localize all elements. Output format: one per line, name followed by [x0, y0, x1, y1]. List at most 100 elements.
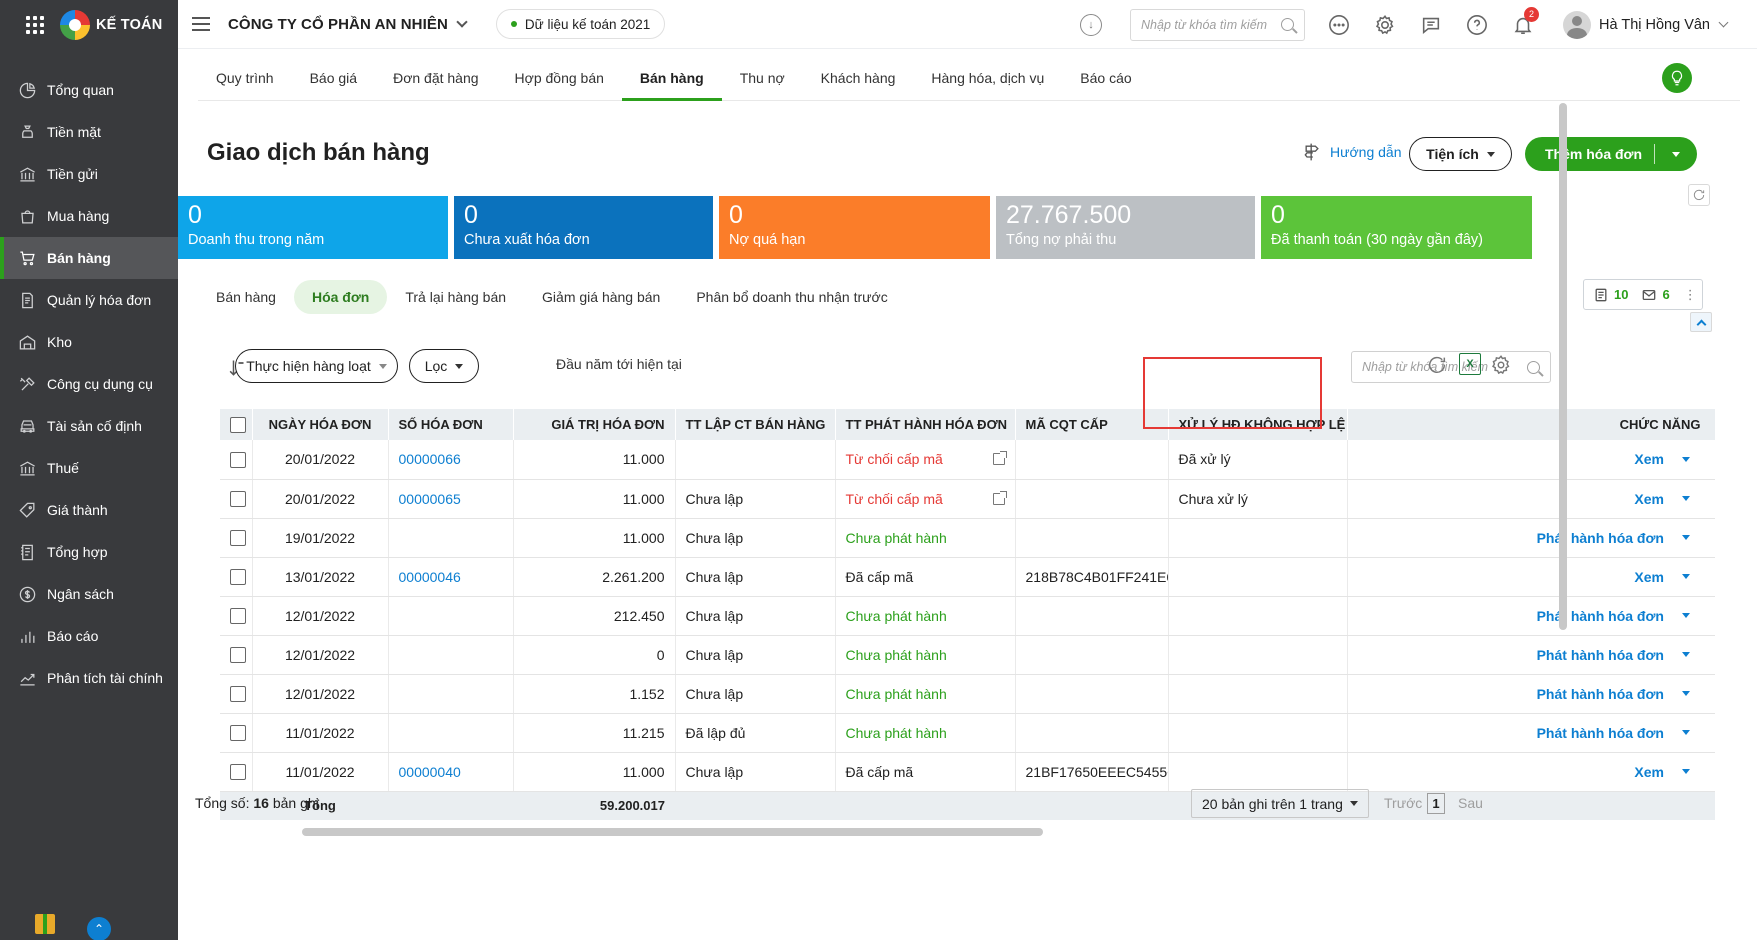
row-select-cell[interactable] — [220, 479, 253, 519]
period-label[interactable]: Đầu năm tới hiện tại — [556, 356, 682, 372]
sidebar-item-4[interactable]: Mua hàng — [0, 195, 178, 237]
row-select-cell[interactable] — [220, 518, 253, 558]
caret-down-icon[interactable] — [1682, 769, 1690, 774]
row-action-link[interactable]: Phát hành hóa đơn — [1537, 725, 1664, 741]
more-vertical-icon[interactable]: ⋮ — [1684, 287, 1697, 303]
gear-icon[interactable] — [1373, 13, 1397, 37]
page-number[interactable]: 1 — [1427, 793, 1445, 814]
row-select-cell[interactable] — [220, 752, 253, 792]
sidebar-item-15[interactable]: Phân tích tài chính — [0, 657, 178, 699]
global-search-input[interactable]: Nhập từ khóa tìm kiếm — [1130, 8, 1306, 41]
tab-sub-2[interactable]: Hóa đơn — [293, 280, 388, 314]
external-link-icon[interactable] — [992, 490, 1007, 505]
table-row[interactable]: 20/01/2022 00000066 11.000 Từ chối cấp mã Đã… — [220, 440, 1715, 480]
refresh-kpi-icon[interactable] — [1688, 184, 1710, 206]
kpi-card-4[interactable]: 27.767.500 Tổng nợ phải thu — [996, 196, 1255, 259]
select-all-cell[interactable] — [220, 409, 253, 440]
kpi-card-5[interactable]: 0 Đã thanh toán (30 ngày gần đây) — [1261, 196, 1532, 259]
col-issue-status[interactable]: TT PHÁT HÀNH HÓA ĐƠN — [835, 409, 1016, 440]
sidebar-item-9[interactable]: Tài sản cố định — [0, 405, 178, 447]
gift-icon[interactable] — [35, 914, 55, 934]
invoice-number-link[interactable] — [388, 635, 514, 675]
collapse-sidebar-button[interactable]: ⌃ — [87, 917, 111, 940]
row-checkbox[interactable] — [230, 608, 246, 625]
vertical-scrollbar[interactable] — [1559, 103, 1567, 630]
table-row[interactable]: 12/01/2022 1.152 Chưa lập Chưa phát hành Phá… — [220, 674, 1715, 714]
help-icon[interactable] — [1465, 13, 1489, 37]
tab-sub-3[interactable]: Trả lại hàng bán — [387, 280, 524, 314]
invoice-number-link[interactable] — [388, 674, 514, 714]
row-checkbox[interactable] — [230, 686, 246, 703]
invoice-number-link[interactable]: 00000040 — [388, 752, 514, 792]
caret-down-icon[interactable] — [1682, 535, 1690, 540]
select-all-checkbox[interactable] — [230, 416, 246, 433]
refresh-icon[interactable] — [1426, 354, 1450, 378]
tab-sub-5[interactable]: Phân bổ doanh thu nhận trước — [678, 280, 905, 314]
sidebar-item-12[interactable]: Tổng hợp — [0, 531, 178, 573]
row-select-cell[interactable] — [220, 440, 253, 480]
row-checkbox[interactable] — [230, 451, 246, 468]
row-select-cell[interactable] — [220, 635, 253, 675]
tab-sub-1[interactable]: Bán hàng — [198, 280, 294, 314]
mail-counter[interactable]: 6 — [1642, 287, 1670, 302]
bulk-action-dropdown[interactable]: Thực hiện hàng loạt — [235, 349, 398, 383]
guide-link[interactable]: Hướng dẫn — [1302, 142, 1401, 162]
table-row[interactable]: 20/01/2022 00000065 11.000 Chưa lập Từ chối … — [220, 479, 1715, 519]
caret-down-icon[interactable] — [1682, 730, 1690, 735]
sidebar-item-3[interactable]: Tiền gửi — [0, 153, 178, 195]
download-icon[interactable]: ↓ — [1080, 13, 1103, 36]
tab-main-2[interactable]: Báo giá — [292, 60, 375, 101]
caret-down-icon[interactable] — [1682, 691, 1690, 696]
chat-icon[interactable] — [1419, 13, 1443, 37]
counters-box[interactable]: 10 6 ⋮ — [1583, 279, 1703, 310]
filter-dropdown[interactable]: Lọc — [409, 349, 479, 383]
caret-down-icon[interactable] — [1682, 456, 1690, 462]
invoice-number-link[interactable]: 00000066 — [388, 440, 514, 480]
add-invoice-button[interactable]: Thêm hóa đơn — [1525, 137, 1697, 171]
invoice-number-link[interactable]: 00000046 — [388, 557, 514, 597]
row-checkbox[interactable] — [230, 647, 246, 664]
row-action-link[interactable]: Phát hành hóa đơn — [1537, 686, 1664, 702]
col-invalid-handling[interactable]: XỬ LÝ HĐ KHÔNG HỢP LỆ — [1168, 409, 1348, 440]
row-checkbox[interactable] — [230, 569, 246, 586]
table-row[interactable]: 13/01/2022 00000046 2.261.200 Chưa lập Đã cấ… — [220, 557, 1715, 597]
prev-page-button[interactable]: Trước — [1384, 795, 1422, 811]
row-checkbox[interactable] — [230, 530, 246, 547]
row-select-cell[interactable] — [220, 557, 253, 597]
kpi-card-1[interactable]: 0 Doanh thu trong năm — [178, 196, 448, 259]
row-select-cell[interactable] — [220, 713, 253, 753]
collapse-up-button[interactable] — [1690, 312, 1712, 332]
invoice-number-link[interactable] — [388, 713, 514, 753]
tab-main-7[interactable]: Khách hàng — [803, 60, 914, 101]
sidebar-item-10[interactable]: Thuế — [0, 447, 178, 489]
bell-icon[interactable]: 2 — [1511, 6, 1540, 37]
caret-down-icon[interactable] — [1682, 496, 1690, 501]
col-invoice-date[interactable]: NGÀY HÓA ĐƠN — [252, 409, 389, 440]
next-page-button[interactable]: Sau — [1458, 795, 1483, 811]
docs-counter[interactable]: 10 — [1594, 287, 1628, 302]
row-action-link[interactable]: Phát hành hóa đơn — [1537, 530, 1664, 546]
sidebar-item-5[interactable]: Bán hàng — [0, 237, 178, 279]
row-action-link[interactable]: Xem — [1634, 451, 1664, 467]
company-selector[interactable]: CÔNG TY CỔ PHẦN AN NHIÊN — [228, 16, 468, 33]
invoice-number-link[interactable] — [388, 596, 514, 636]
invoice-number-link[interactable] — [388, 518, 514, 558]
more-icon[interactable] — [1327, 13, 1351, 37]
tab-main-5[interactable]: Bán hàng — [621, 60, 722, 101]
sidebar-item-6[interactable]: Quản lý hóa đơn — [0, 279, 178, 321]
kpi-card-3[interactable]: 0 Nợ quá hạn — [719, 196, 990, 259]
col-invoice-number[interactable]: SỐ HÓA ĐƠN — [388, 409, 514, 440]
tab-main-3[interactable]: Đơn đặt hàng — [375, 60, 496, 101]
row-checkbox[interactable] — [230, 491, 246, 508]
kpi-card-2[interactable]: 0 Chưa xuất hóa đơn — [454, 196, 713, 259]
menu-icon[interactable] — [192, 17, 210, 31]
user-menu[interactable]: Hà Thị Hồng Vân — [1563, 10, 1729, 39]
external-link-icon[interactable] — [992, 451, 1007, 466]
caret-down-icon[interactable] — [1682, 574, 1690, 579]
table-row[interactable]: 19/01/2022 11.000 Chưa lập Chưa phát hành Ph… — [220, 518, 1715, 558]
tab-main-6[interactable]: Thu nợ — [722, 60, 803, 101]
table-row[interactable]: 11/01/2022 11.215 Đã lập đủ Chưa phát hành P… — [220, 713, 1715, 753]
horizontal-scrollbar[interactable] — [302, 828, 1043, 836]
row-select-cell[interactable] — [220, 674, 253, 714]
sidebar-item-14[interactable]: Báo cáo — [0, 615, 178, 657]
